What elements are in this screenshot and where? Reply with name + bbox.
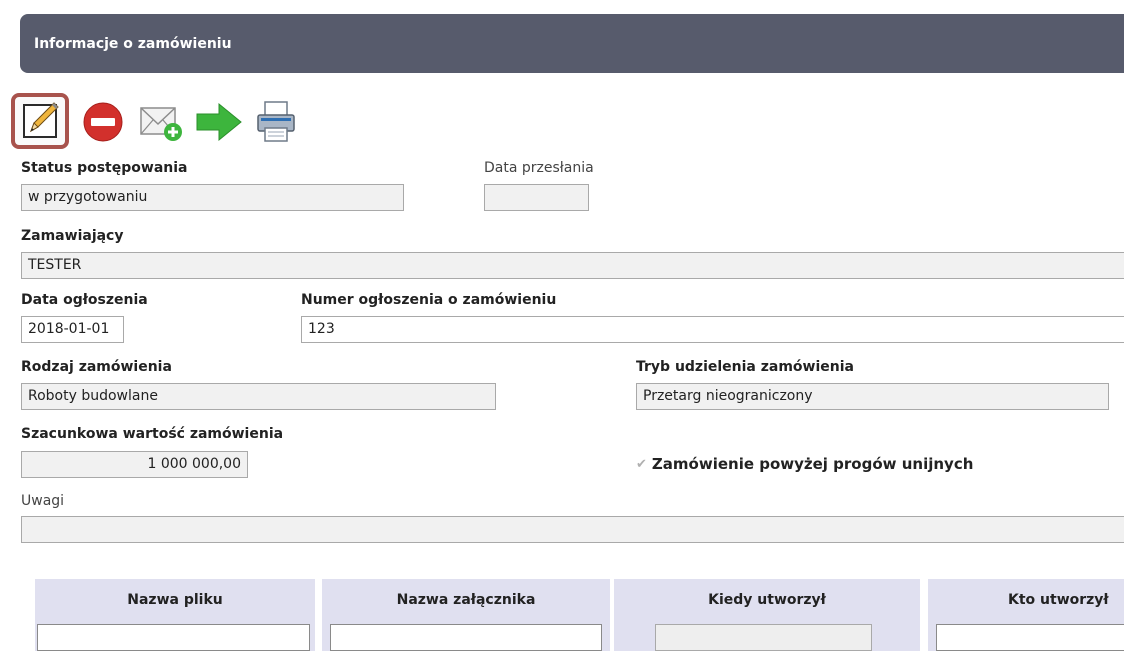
checkmark-icon: ✔ [636, 456, 647, 472]
column-created-when: Kiedy utworzył [614, 579, 920, 651]
order-type-label: Rodzaj zamówienia [21, 359, 172, 375]
delete-icon [83, 102, 123, 142]
column-file-name: Nazwa pliku [35, 579, 315, 651]
filter-attachment-name-input[interactable] [330, 624, 602, 651]
filter-created-by-input[interactable] [936, 624, 1124, 651]
column-title: Kiedy utworzył [708, 592, 826, 608]
eu-threshold-checkbox[interactable]: ✔ Zamówienie powyżej progów unijnych [636, 455, 973, 473]
arrow-right-icon [196, 102, 242, 142]
buyer-label: Zamawiający [21, 228, 124, 244]
status-field[interactable]: w przygotowaniu [21, 184, 404, 211]
column-title: Nazwa pliku [127, 592, 223, 608]
buyer-field[interactable]: TESTER [21, 252, 1124, 279]
sent-date-field[interactable] [484, 184, 589, 211]
estimated-value-field[interactable]: 1 000 000,00 [21, 451, 248, 478]
estimated-value-label: Szacunkowa wartość zamówienia [21, 426, 284, 442]
edit-button[interactable] [11, 93, 69, 149]
status-label: Status postępowania [21, 160, 188, 176]
mail-add-icon [140, 107, 182, 141]
column-created-by: Kto utworzył [928, 579, 1124, 651]
procedure-field[interactable]: Przetarg nieograniczony [636, 383, 1109, 410]
column-title: Kto utworzył [1008, 592, 1109, 608]
announce-date-label: Data ogłoszenia [21, 292, 148, 308]
section-title: Informacje o zamówieniu [34, 36, 232, 52]
eu-threshold-label: Zamówienie powyżej progów unijnych [651, 455, 974, 473]
delete-button[interactable] [83, 102, 123, 146]
order-type-field[interactable]: Roboty budowlane [21, 383, 496, 410]
announce-date-field[interactable]: 2018-01-01 [21, 316, 124, 343]
notes-field[interactable] [21, 516, 1124, 543]
column-attachment-name: Nazwa załącznika [322, 579, 610, 651]
forward-button[interactable] [195, 102, 243, 146]
announce-number-field[interactable]: 123 [301, 316, 1124, 343]
filter-file-name-input[interactable] [37, 624, 310, 651]
filter-created-when-input[interactable] [655, 624, 872, 651]
pencil-icon [23, 102, 59, 138]
print-button[interactable] [255, 100, 297, 148]
send-message-button[interactable] [139, 102, 187, 148]
procedure-label: Tryb udzielenia zamówienia [636, 359, 854, 375]
column-title: Nazwa załącznika [396, 592, 536, 608]
sent-date-label: Data przesłania [484, 160, 594, 176]
notes-label: Uwagi [21, 493, 65, 509]
printer-icon [257, 101, 295, 142]
announce-number-label: Numer ogłoszenia o zamówieniu [301, 292, 557, 308]
